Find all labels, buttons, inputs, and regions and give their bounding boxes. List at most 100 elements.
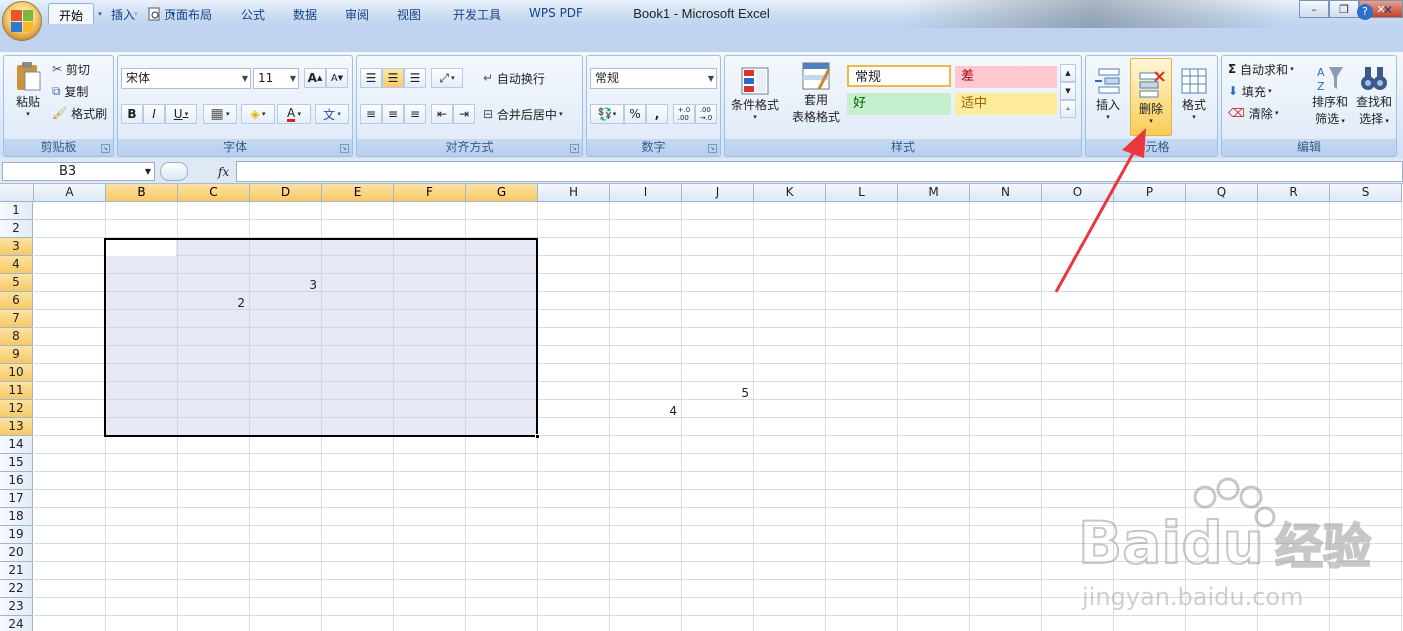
tab-wps-pdf[interactable]: WPS PDF — [520, 3, 592, 24]
tab-view[interactable]: 视图 — [386, 3, 432, 24]
column-header-P[interactable]: P — [1114, 184, 1186, 202]
font-name-combo[interactable]: 宋体 ▼ — [121, 68, 251, 89]
increase-decimal-button[interactable]: +.0 .00 — [673, 104, 695, 124]
cell-J11[interactable]: 5 — [681, 384, 753, 402]
style-good[interactable]: 好 — [847, 93, 951, 115]
row-header-15[interactable]: 15 — [0, 454, 33, 472]
styles-scroll-up-icon[interactable]: ▲ — [1060, 64, 1076, 82]
shrink-font-button[interactable]: A ▼ — [326, 68, 348, 88]
column-header-C[interactable]: C — [178, 184, 250, 202]
tab-data[interactable]: 数据 — [282, 3, 328, 24]
name-box[interactable]: B3 ▼ — [2, 162, 155, 181]
row-header-9[interactable]: 9 — [0, 346, 33, 364]
comma-button[interactable]: , — [646, 104, 668, 124]
font-size-combo[interactable]: 11 ▼ — [253, 68, 299, 89]
selected-range[interactable] — [104, 238, 538, 437]
help-icon[interactable]: ? — [1357, 4, 1373, 20]
conditional-format-button[interactable]: 条件格式 ▾ — [727, 60, 783, 126]
column-header-N[interactable]: N — [970, 184, 1042, 202]
align-center-button[interactable]: ≡ — [382, 104, 404, 124]
tab-insert[interactable]: 插入 — [100, 3, 146, 24]
align-top-button[interactable]: ☰ — [360, 68, 382, 88]
column-header-A[interactable]: A — [34, 184, 106, 202]
clear-button[interactable]: ⌫ 清除 ▾ — [1228, 104, 1279, 122]
style-normal[interactable]: 常规 — [847, 65, 951, 87]
style-bad[interactable]: 差 — [955, 66, 1057, 88]
column-header-R[interactable]: R — [1258, 184, 1330, 202]
grow-font-button[interactable]: A ▲ — [304, 68, 326, 88]
row-header-5[interactable]: 5 — [0, 274, 33, 292]
row-header-1[interactable]: 1 — [0, 202, 33, 220]
align-bottom-button[interactable]: ☰ — [404, 68, 426, 88]
align-left-button[interactable]: ≡ — [360, 104, 382, 124]
column-header-M[interactable]: M — [898, 184, 970, 202]
column-header-H[interactable]: H — [538, 184, 610, 202]
percent-button[interactable]: % — [624, 104, 646, 124]
tab-page-layout[interactable]: 页面布局 — [152, 3, 224, 24]
fill-color-button[interactable]: ◈ ▾ — [241, 104, 275, 124]
bold-button[interactable]: B — [121, 104, 143, 124]
format-cells-button[interactable]: 格式 ▾ — [1174, 60, 1214, 126]
font-launcher-icon[interactable]: ↘ — [340, 144, 349, 153]
autosum-button[interactable]: Σ 自动求和 ▾ — [1228, 60, 1294, 78]
decrease-indent-button[interactable]: ⇤ — [431, 104, 453, 124]
row-header-10[interactable]: 10 — [0, 364, 33, 382]
format-painter-button[interactable]: 🖌 格式刷 — [52, 104, 107, 122]
italic-button[interactable]: I — [143, 104, 165, 124]
row-header-17[interactable]: 17 — [0, 490, 33, 508]
cell-C6[interactable]: 2 — [177, 294, 249, 312]
row-header-24[interactable]: 24 — [0, 616, 33, 631]
align-right-button[interactable]: ≡ — [404, 104, 426, 124]
row-header-23[interactable]: 23 — [0, 598, 33, 616]
ribbon-close-icon[interactable]: ✕ — [1383, 3, 1393, 17]
row-header-2[interactable]: 2 — [0, 220, 33, 238]
orientation-button[interactable]: ⤢ ▾ — [431, 68, 463, 88]
restore-icon[interactable]: ❐ — [1329, 0, 1359, 18]
row-header-14[interactable]: 14 — [0, 436, 33, 454]
clipboard-launcher-icon[interactable]: ↘ — [101, 144, 110, 153]
row-header-19[interactable]: 19 — [0, 526, 33, 544]
column-header-Q[interactable]: Q — [1186, 184, 1258, 202]
paste-button[interactable]: 粘贴 ▾ — [6, 58, 50, 120]
row-header-13[interactable]: 13 — [0, 418, 33, 436]
row-header-7[interactable]: 7 — [0, 310, 33, 328]
fill-handle[interactable] — [535, 434, 540, 439]
fill-button[interactable]: ⬇ 填充 ▾ — [1228, 82, 1272, 100]
number-launcher-icon[interactable]: ↘ — [708, 144, 717, 153]
column-header-O[interactable]: O — [1042, 184, 1114, 202]
align-middle-button[interactable]: ☰ — [382, 68, 404, 88]
tab-home[interactable]: 开始 — [48, 3, 94, 24]
column-header-S[interactable]: S — [1330, 184, 1402, 202]
row-header-11[interactable]: 11 — [0, 382, 33, 400]
row-header-3[interactable]: 3 — [0, 238, 33, 256]
minimize-icon[interactable]: – — [1299, 0, 1329, 18]
column-header-K[interactable]: K — [754, 184, 826, 202]
delete-cells-button[interactable]: 删除 ▾ — [1130, 58, 1172, 136]
insert-cells-button[interactable]: 插入 ▾ — [1088, 60, 1128, 126]
cut-button[interactable]: ✂ 剪切 — [52, 60, 90, 78]
column-header-L[interactable]: L — [826, 184, 898, 202]
formula-bar-toggle[interactable] — [160, 162, 188, 181]
sort-filter-button[interactable]: AZ 排序和 筛选 ▾ — [1308, 60, 1352, 130]
cell-D5[interactable]: 3 — [249, 276, 321, 294]
active-cell[interactable] — [106, 240, 176, 256]
select-all-corner[interactable] — [0, 184, 34, 202]
tab-developer[interactable]: 开发工具 — [440, 3, 514, 24]
row-header-8[interactable]: 8 — [0, 328, 33, 346]
find-select-button[interactable]: 查找和 选择 ▾ — [1352, 60, 1396, 130]
row-header-18[interactable]: 18 — [0, 508, 33, 526]
borders-button[interactable]: ▦ ▾ — [203, 104, 237, 124]
column-header-F[interactable]: F — [394, 184, 466, 202]
number-format-combo[interactable]: 常规 ▼ — [590, 68, 717, 89]
font-color-button[interactable]: A ▾ — [277, 104, 311, 124]
column-header-J[interactable]: J — [682, 184, 754, 202]
row-header-20[interactable]: 20 — [0, 544, 33, 562]
underline-button[interactable]: U ▾ — [165, 104, 197, 124]
column-header-E[interactable]: E — [322, 184, 394, 202]
style-neutral[interactable]: 适中 — [955, 93, 1057, 115]
column-header-D[interactable]: D — [250, 184, 322, 202]
row-header-21[interactable]: 21 — [0, 562, 33, 580]
row-header-16[interactable]: 16 — [0, 472, 33, 490]
styles-scroll-down-icon[interactable]: ▼ — [1060, 82, 1076, 100]
column-header-G[interactable]: G — [466, 184, 538, 202]
